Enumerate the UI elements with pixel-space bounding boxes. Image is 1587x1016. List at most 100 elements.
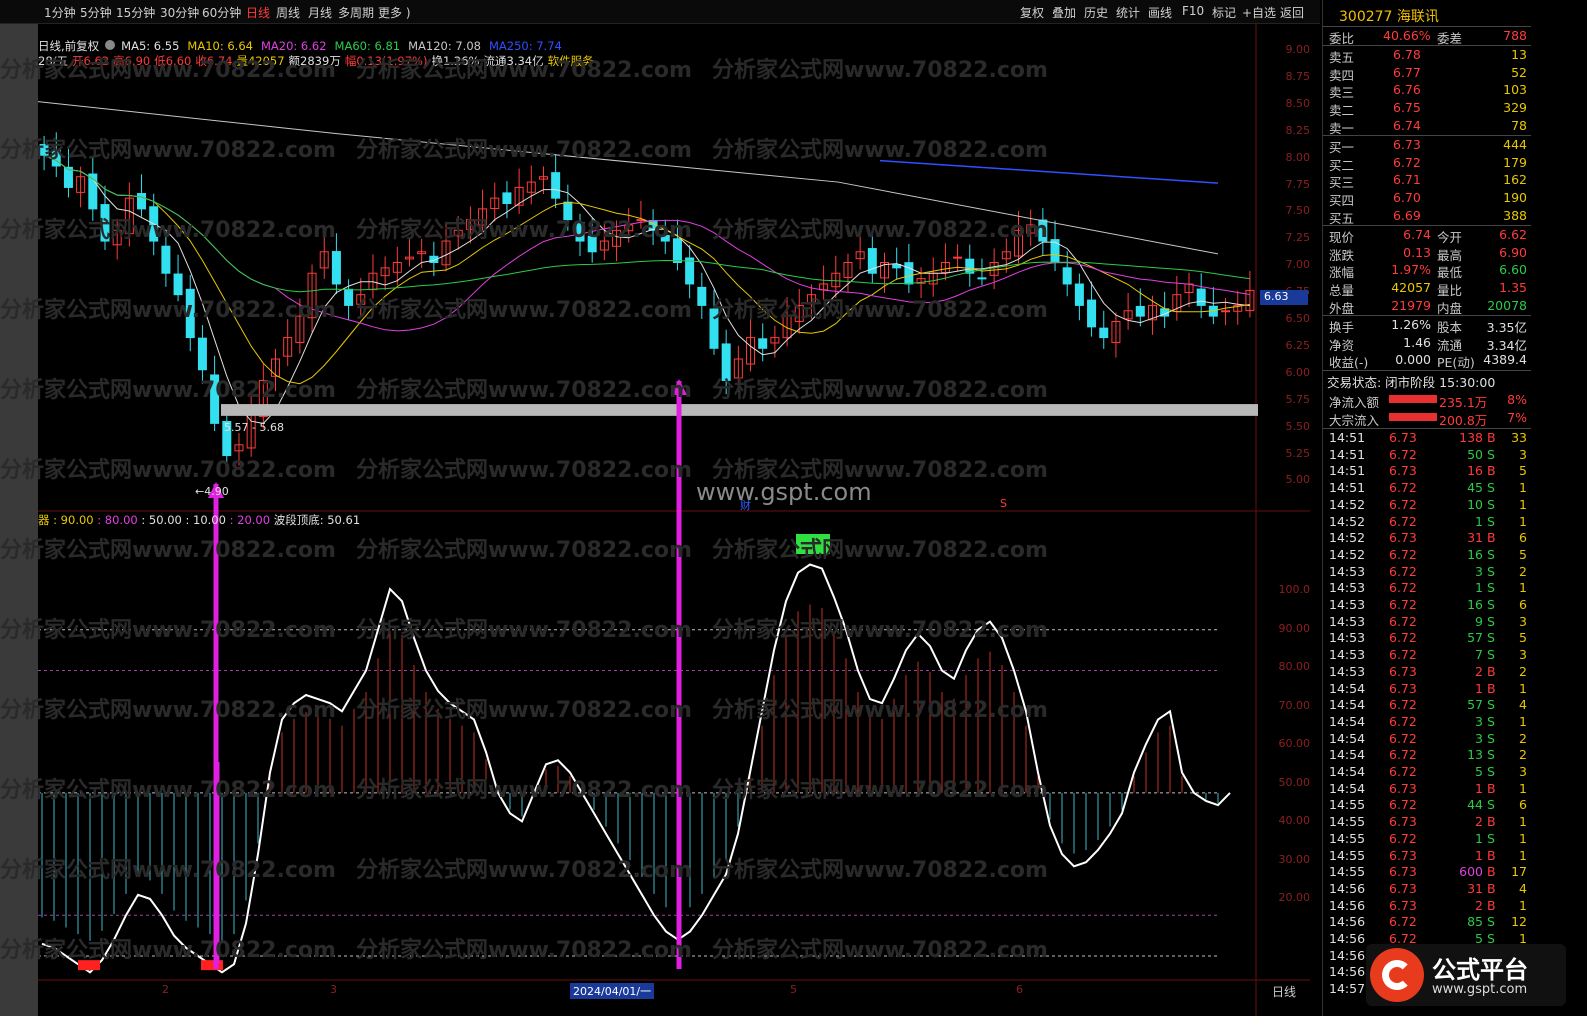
candle-body: [1221, 310, 1231, 313]
tick-count: 1: [1519, 897, 1527, 913]
divider: [1323, 26, 1531, 27]
stat-row: 净资 1.46 流通 3.34亿: [1327, 335, 1527, 353]
tool-button-5[interactable]: F10: [1182, 4, 1204, 18]
low-price-marker: ←4.90: [195, 485, 229, 498]
tick-price: 6.73: [1389, 780, 1417, 796]
price-tick: 7.75: [1285, 177, 1311, 191]
tick-price: 6.73: [1389, 847, 1417, 863]
flow-label: 大宗流入: [1329, 413, 1380, 428]
period-tab-3[interactable]: 30分钟: [160, 4, 199, 21]
tick-row: 14:53 6.72 3 S 2: [1327, 564, 1527, 580]
tick-count: 2: [1519, 563, 1527, 579]
tick-row: 14:54 6.73 1 B 1: [1327, 781, 1527, 797]
logo-url: www.gspt.com: [1432, 982, 1528, 997]
divider: [1323, 370, 1531, 371]
date-tick: 5: [790, 983, 797, 996]
osc-tick: 20.00: [1278, 891, 1311, 904]
tick-count: 5: [1519, 630, 1527, 646]
tick-price: 6.73: [1389, 530, 1417, 546]
tool-button-8[interactable]: 返回: [1280, 4, 1304, 21]
tick-count: 1: [1519, 680, 1527, 696]
stat-row: 涨跌 0.13 最高 6.90: [1327, 244, 1527, 263]
tick-price: 6.72: [1389, 647, 1417, 663]
tick-price: 6.72: [1389, 496, 1417, 512]
ask-row: 卖五 6.78 13: [1327, 47, 1527, 65]
bid-price: 6.71: [1393, 172, 1421, 188]
stat-value: 0.13: [1403, 244, 1431, 260]
bid-volume: 388: [1503, 207, 1527, 223]
tick-side: S: [1487, 730, 1495, 746]
tick-count: 2: [1519, 747, 1527, 763]
stat-label: 内盘: [1437, 300, 1463, 316]
tick-price: 6.72: [1389, 446, 1417, 462]
flow-pct: 7%: [1507, 410, 1527, 425]
tick-count: 5: [1519, 463, 1527, 479]
candle-body: [721, 343, 731, 381]
ask-row: 卖三 6.76 103: [1327, 82, 1527, 100]
period-tab-2[interactable]: 15分钟: [116, 4, 155, 21]
tick-price: 6.72: [1389, 563, 1417, 579]
trade-status: 交易状态: 闭市阶段 15:30:00: [1327, 375, 1496, 390]
period-tab-9[interactable]: 更多 ): [378, 4, 411, 21]
tick-row: 14:56 6.73 2 B 1: [1327, 898, 1527, 914]
divider: [1323, 315, 1531, 316]
period-tab-4[interactable]: 60分钟: [202, 4, 241, 21]
period-toolbar: 1分钟 5分钟 15分钟 30分钟 60分钟 日线 周线 月线 多周期 更多 ) 复权 叠加 历史 统计画…: [0, 0, 1320, 24]
tick-count: 3: [1519, 613, 1527, 629]
tool-button-7[interactable]: +自选: [1242, 4, 1276, 21]
divider: [1323, 45, 1531, 46]
period-tab-0[interactable]: 1分钟: [44, 4, 76, 21]
stat-value: 42057: [1391, 280, 1431, 296]
tick-row: 14:56 6.72 85 S 12: [1327, 914, 1527, 930]
period-tab-1[interactable]: 5分钟: [80, 4, 112, 21]
tick-time: 14:54: [1329, 697, 1366, 713]
osc-tick: 90.00: [1278, 622, 1311, 635]
tool-button-3[interactable]: 统计: [1116, 4, 1140, 21]
tool-button-2[interactable]: 历史: [1084, 4, 1108, 21]
period-tab-7[interactable]: 月线: [308, 4, 332, 21]
price-tick: 7.00: [1285, 258, 1311, 272]
tick-volume: 1: [1475, 830, 1483, 846]
candle-body: [173, 273, 183, 296]
tool-button-6[interactable]: 标记: [1212, 4, 1236, 21]
tick-count: 1: [1519, 496, 1527, 512]
tick-time: 14:56: [1329, 897, 1366, 913]
bid-row: 买三 6.71 162: [1327, 172, 1527, 190]
tick-volume: 13: [1467, 747, 1483, 763]
stat-label: 今开: [1437, 230, 1463, 245]
tick-volume: 3: [1475, 713, 1483, 729]
price-tick: 5.00: [1285, 473, 1311, 487]
ask-row: 卖一 6.74 78: [1327, 118, 1527, 136]
ma-line-5: [43, 154, 1250, 424]
price-tick: 6.00: [1285, 365, 1311, 379]
tick-count: 6: [1519, 597, 1527, 612]
stat-value: 1.35: [1499, 280, 1527, 296]
period-tab-6[interactable]: 周线: [276, 4, 300, 21]
tick-count: 1: [1519, 713, 1527, 729]
candle-body: [575, 222, 585, 242]
ask-price: 6.77: [1393, 64, 1421, 80]
tool-button-0[interactable]: 复权: [1020, 4, 1044, 21]
tool-button-4[interactable]: 画线: [1148, 4, 1172, 21]
candle-body: [331, 251, 341, 285]
candle-body: [51, 149, 61, 167]
tick-price: 6.73: [1389, 864, 1417, 880]
tick-price: 6.72: [1389, 513, 1417, 529]
tick-side: S: [1487, 496, 1495, 512]
tick-price: 6.72: [1389, 546, 1417, 562]
indicator-param-2: : 50.00 : 10.00: [137, 513, 226, 527]
tick-row: 14:54 6.72 13 S 2: [1327, 747, 1527, 763]
flow-label: 净流入额: [1329, 395, 1380, 410]
tick-row: 14:51 6.72 45 S 1: [1327, 480, 1527, 496]
period-tab-8[interactable]: 多周期: [338, 4, 374, 21]
tool-button-1[interactable]: 叠加: [1052, 4, 1076, 21]
ask-row: 卖二 6.75 329: [1327, 100, 1527, 118]
tick-price: 6.73: [1389, 430, 1417, 445]
tick-row: 14:55 6.72 44 S 6: [1327, 797, 1527, 813]
tick-side: S: [1487, 647, 1495, 663]
period-tab-5[interactable]: 日线: [246, 4, 270, 21]
tick-row: 14:55 6.73 2 B 1: [1327, 814, 1527, 830]
indicator-header: 器 : 90.00 : 80.00 : 50.00 : 10.00 : 20.0…: [38, 512, 360, 528]
stat-value: 6.60: [1499, 262, 1527, 278]
tick-time: 14:56: [1329, 931, 1366, 946]
